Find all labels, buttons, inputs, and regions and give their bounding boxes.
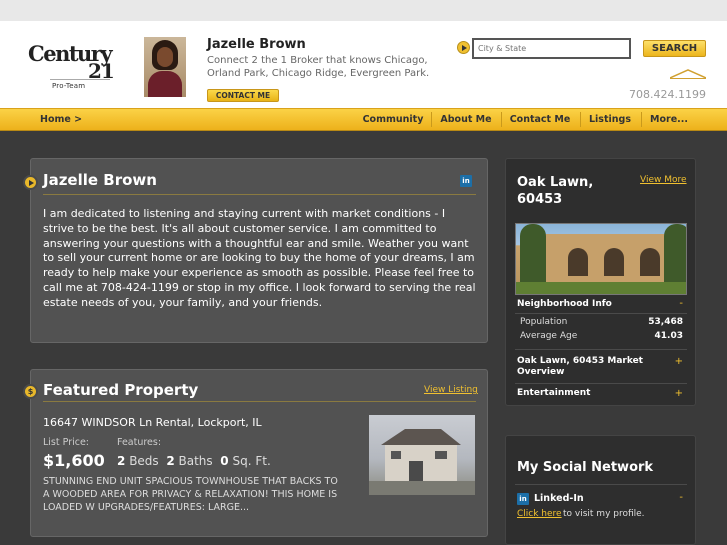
search-arrow-icon xyxy=(457,41,470,54)
section-divider xyxy=(515,383,687,384)
agent-photo xyxy=(144,37,186,97)
social-title: My Social Network xyxy=(517,460,654,475)
nav-about-me[interactable]: About Me xyxy=(434,109,498,130)
century21-logo[interactable]: Century 21 Pro-Team xyxy=(28,41,118,93)
dollar-bullet-icon: $ xyxy=(23,384,38,399)
community-title: Oak Lawn, 60453 xyxy=(517,175,594,207)
contact-me-button[interactable]: CONTACT ME xyxy=(207,89,279,102)
market-overview-header[interactable]: Oak Lawn, 60453 Market Overview xyxy=(517,356,667,378)
roof-icon xyxy=(670,69,706,79)
nav-listings[interactable]: Listings xyxy=(583,109,637,130)
property-price: $1,600 xyxy=(43,451,105,470)
nav-home[interactable]: Home > xyxy=(40,114,82,125)
view-more-link[interactable]: View More xyxy=(640,175,687,185)
sqft-label: Sq. Ft. xyxy=(232,454,271,468)
stat-age-value: 41.03 xyxy=(654,331,683,341)
title-divider xyxy=(43,401,476,402)
property-features: 2 Beds 2 Baths 0 Sq. Ft. xyxy=(117,454,271,468)
baths-value: 2 xyxy=(166,454,175,468)
entertainment-header[interactable]: Entertainment xyxy=(517,388,590,398)
features-label: Features: xyxy=(117,437,162,448)
logo-divider xyxy=(50,79,110,80)
linkedin-profile-link[interactable]: Click here xyxy=(517,509,562,519)
nav-more[interactable]: More... xyxy=(644,109,694,130)
linkedin-icon: in xyxy=(517,493,529,505)
linkedin-label[interactable]: Linked-In xyxy=(534,493,584,504)
nav-divider xyxy=(580,112,581,127)
expand-toggle[interactable]: + xyxy=(675,356,683,367)
featured-title: Featured Property xyxy=(43,381,199,399)
community-photo xyxy=(515,223,687,295)
stat-population-label: Population xyxy=(520,317,568,327)
bio-panel: Jazelle Brown in I am dedicated to liste… xyxy=(23,158,488,343)
search-button[interactable]: SEARCH xyxy=(643,40,706,57)
bio-title: Jazelle Brown xyxy=(43,171,157,189)
beds-value: 2 xyxy=(117,454,126,468)
sqft-value: 0 xyxy=(220,454,229,468)
main-nav: Home > Community About Me Contact Me Lis… xyxy=(0,108,727,131)
view-listing-link[interactable]: View Listing xyxy=(424,385,478,395)
collapse-toggle[interactable]: - xyxy=(679,492,683,503)
property-address[interactable]: 16647 WINDSOR Ln Rental, Lockport, IL xyxy=(43,416,262,429)
collapse-toggle[interactable]: - xyxy=(679,298,683,309)
nav-divider xyxy=(641,112,642,127)
phone-number: 708.424.1199 xyxy=(629,88,706,101)
list-price-label: List Price: xyxy=(43,437,90,448)
neighborhood-info-header[interactable]: Neighborhood Info xyxy=(517,299,612,309)
bio-text: I am dedicated to listening and staying … xyxy=(43,207,476,309)
section-divider xyxy=(515,313,687,314)
beds-label: Beds xyxy=(129,454,159,468)
search-input[interactable] xyxy=(472,38,631,59)
nav-contact-me[interactable]: Contact Me xyxy=(504,109,576,130)
title-divider xyxy=(43,194,476,195)
header: Century 21 Pro-Team Jazelle Brown Connec… xyxy=(0,21,727,108)
office-name: Pro-Team xyxy=(52,82,86,90)
section-divider xyxy=(515,484,687,485)
nav-divider xyxy=(431,112,432,127)
stat-age-label: Average Age xyxy=(520,331,578,341)
stat-population-value: 53,468 xyxy=(648,317,683,327)
section-divider xyxy=(515,349,687,350)
agent-name: Jazelle Brown xyxy=(207,37,306,52)
featured-property-panel: $ Featured Property View Listing 16647 W… xyxy=(23,369,488,537)
top-strip xyxy=(0,0,727,21)
social-network-panel: My Social Network in Linked-In - Click h… xyxy=(505,435,696,545)
expand-toggle[interactable]: + xyxy=(675,388,683,399)
property-description: STUNNING END UNIT SPACIOUS TOWNHOUSE THA… xyxy=(43,476,338,513)
nav-divider xyxy=(501,112,502,127)
linkedin-link-text: to visit my profile. xyxy=(563,509,645,519)
agent-tagline: Connect 2 the 1 Broker that knows Chicag… xyxy=(207,55,430,79)
play-bullet-icon xyxy=(23,175,38,190)
property-photo[interactable] xyxy=(369,415,475,495)
nav-community[interactable]: Community xyxy=(359,109,427,130)
community-panel: Oak Lawn, 60453 View More Neighborhood I… xyxy=(505,158,696,406)
linkedin-icon[interactable]: in xyxy=(460,175,472,187)
baths-label: Baths xyxy=(178,454,213,468)
